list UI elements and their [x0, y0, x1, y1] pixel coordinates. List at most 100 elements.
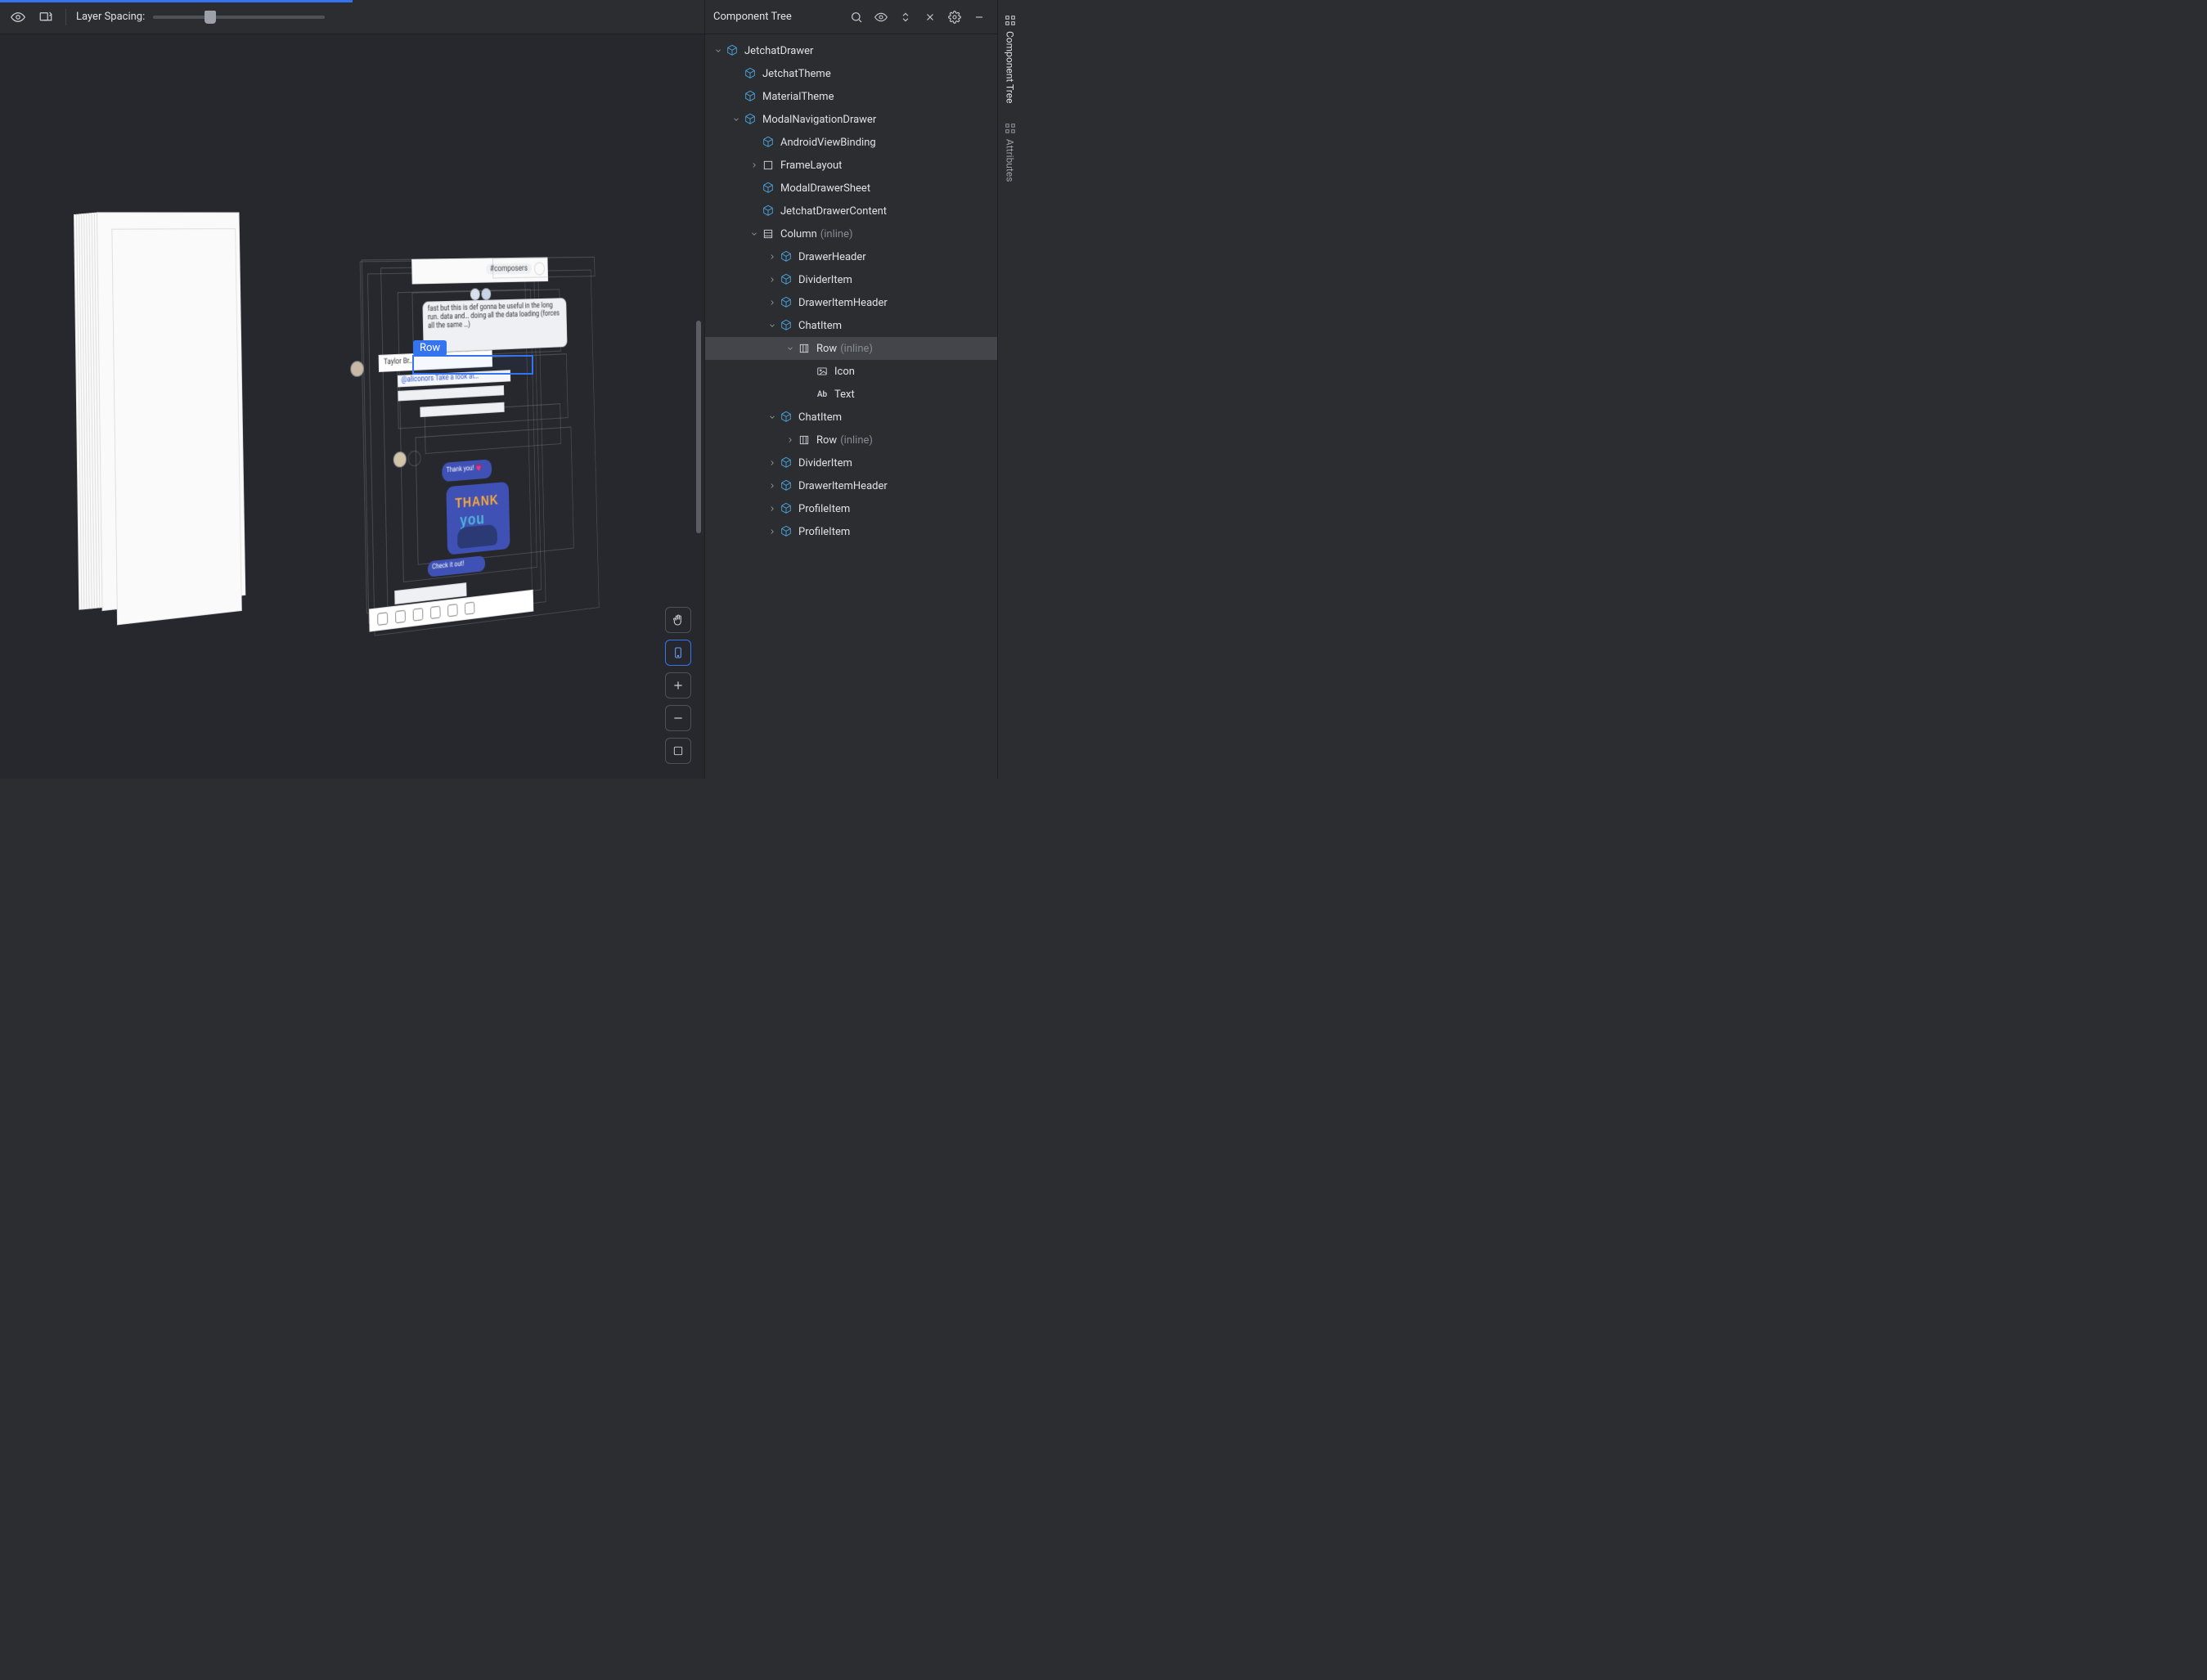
viewport-toolbar: Layer Spacing: [0, 0, 704, 34]
tree-node-icon [743, 112, 757, 127]
tree-row[interactable]: Row(inline) [705, 429, 997, 451]
tree-node-label: DrawerItemHeader [798, 297, 888, 309]
tree-row[interactable]: DividerItem [705, 451, 997, 474]
load-overlay-icon[interactable] [36, 7, 56, 27]
tree-node-icon [779, 295, 793, 310]
tree-row[interactable]: Column(inline) [705, 222, 997, 245]
tree-node-label: JetchatDrawerContent [780, 205, 887, 218]
tree-arrow-icon[interactable] [766, 502, 779, 515]
tree-arrow-icon[interactable] [802, 388, 815, 401]
expand-collapse-icon[interactable] [896, 7, 915, 27]
tree-node-icon [761, 135, 775, 150]
tree-arrow-icon[interactable] [748, 159, 761, 172]
tree-row[interactable]: JetchatDrawerContent [705, 200, 997, 222]
tree-node-label: Row [816, 434, 837, 447]
tree-arrow-icon[interactable] [784, 342, 797, 355]
tree-arrow-icon[interactable] [784, 433, 797, 447]
pan-tool-button[interactable] [665, 607, 691, 633]
visibility-icon[interactable] [8, 7, 28, 27]
tree-row[interactable]: JetchatDrawer [705, 39, 997, 62]
layer-spacing-slider[interactable] [153, 16, 325, 19]
search-icon[interactable] [847, 7, 866, 27]
layout-3d-viewport[interactable]: #composers fast but this is def gonna be… [0, 34, 704, 779]
tree-row[interactable]: JetchatTheme [705, 62, 997, 85]
selection-label: Row [413, 340, 447, 356]
tree-node-icon [743, 89, 757, 104]
tree-arrow-icon[interactable] [748, 182, 761, 195]
tree-row[interactable]: ChatItem [705, 406, 997, 429]
filter-visibility-icon[interactable] [871, 7, 891, 27]
tree-node-label: ModalDrawerSheet [780, 182, 870, 195]
tree-node-label: FrameLayout [780, 159, 842, 172]
rail-tab-component-tree[interactable]: Component Tree [1002, 7, 1018, 111]
tree-row[interactable]: DrawerItemHeader [705, 474, 997, 497]
tree-row[interactable]: Row(inline) [705, 337, 997, 360]
tree-arrow-icon[interactable] [766, 250, 779, 263]
tree-arrow-icon[interactable] [712, 44, 725, 57]
layer-spacing-label: Layer Spacing: [76, 11, 145, 23]
component-tree[interactable]: JetchatDrawerJetchatTheme MaterialTheme Mo… [705, 34, 997, 779]
tree-node-icon [779, 410, 793, 424]
tree-node-label: MaterialTheme [762, 91, 834, 103]
tree-arrow-icon[interactable] [748, 136, 761, 149]
minimize-icon[interactable] [969, 7, 989, 27]
zoom-in-button[interactable] [665, 672, 691, 699]
tree-node-label: DrawerItemHeader [798, 480, 888, 492]
tree-node-label: ChatItem [798, 320, 842, 332]
tree-row[interactable]: AndroidViewBinding [705, 131, 997, 154]
tree-row[interactable]: MaterialTheme [705, 85, 997, 108]
tree-arrow-icon[interactable] [730, 90, 743, 103]
tree-arrow-icon[interactable] [766, 479, 779, 492]
tree-arrow-icon[interactable] [766, 319, 779, 332]
tree-node-icon [743, 66, 757, 81]
selection-highlight [412, 355, 533, 375]
tree-node-dim: (inline) [840, 343, 873, 355]
tree-node-label: ChatItem [798, 411, 842, 424]
tree-node-icon [779, 501, 793, 516]
tree-arrow-icon[interactable] [766, 273, 779, 286]
tree-node-icon [761, 181, 775, 195]
tree-row[interactable]: DividerItem [705, 268, 997, 291]
tree-arrow-icon[interactable] [766, 411, 779, 424]
tree-node-label: ModalNavigationDrawer [762, 114, 876, 126]
tree-row[interactable]: ModalDrawerSheet [705, 177, 997, 200]
rail-tab-attributes[interactable]: Attributes [1002, 115, 1018, 190]
tree-node-label: AndroidViewBinding [780, 137, 876, 149]
tree-row[interactable]: DrawerItemHeader [705, 291, 997, 314]
slider-thumb[interactable] [205, 11, 216, 24]
tree-node-icon [761, 158, 775, 173]
tree-row[interactable]: ChatItem [705, 314, 997, 337]
tree-node-label: Column [780, 228, 817, 240]
tree-row[interactable]: ModalNavigationDrawer [705, 108, 997, 131]
device-button[interactable] [665, 640, 691, 666]
tree-row[interactable]: FrameLayout [705, 154, 997, 177]
author-label: Taylor Br… [384, 357, 413, 367]
tree-row[interactable]: DrawerHeader [705, 245, 997, 268]
tree-node-icon [779, 478, 793, 493]
tree-node-icon [797, 341, 811, 356]
viewport-scrollbar[interactable] [696, 321, 701, 533]
close-icon[interactable] [920, 7, 940, 27]
thankyou-small: Thank you! 💗 [447, 464, 483, 474]
tree-row[interactable]: ProfileItem [705, 520, 997, 543]
zoom-out-button[interactable] [665, 705, 691, 731]
tree-node-icon [779, 524, 793, 539]
tree-row[interactable]: AbText [705, 383, 997, 406]
tree-arrow-icon[interactable] [802, 365, 815, 378]
settings-icon[interactable] [945, 7, 964, 27]
panel-title: Component Tree [713, 11, 842, 23]
tree-node-icon [779, 249, 793, 264]
tree-node-label: DividerItem [798, 274, 852, 286]
viewport-controls [665, 607, 691, 764]
tree-arrow-icon[interactable] [766, 296, 779, 309]
tree-arrow-icon[interactable] [730, 67, 743, 80]
tree-arrow-icon[interactable] [748, 204, 761, 218]
tree-arrow-icon[interactable] [730, 113, 743, 126]
tree-row[interactable]: ProfileItem [705, 497, 997, 520]
fit-button[interactable] [665, 738, 691, 764]
tree-arrow-icon[interactable] [766, 525, 779, 538]
tree-arrow-icon[interactable] [766, 456, 779, 469]
tree-row[interactable]: Icon [705, 360, 997, 383]
tree-node-icon [779, 318, 793, 333]
tree-arrow-icon[interactable] [748, 227, 761, 240]
